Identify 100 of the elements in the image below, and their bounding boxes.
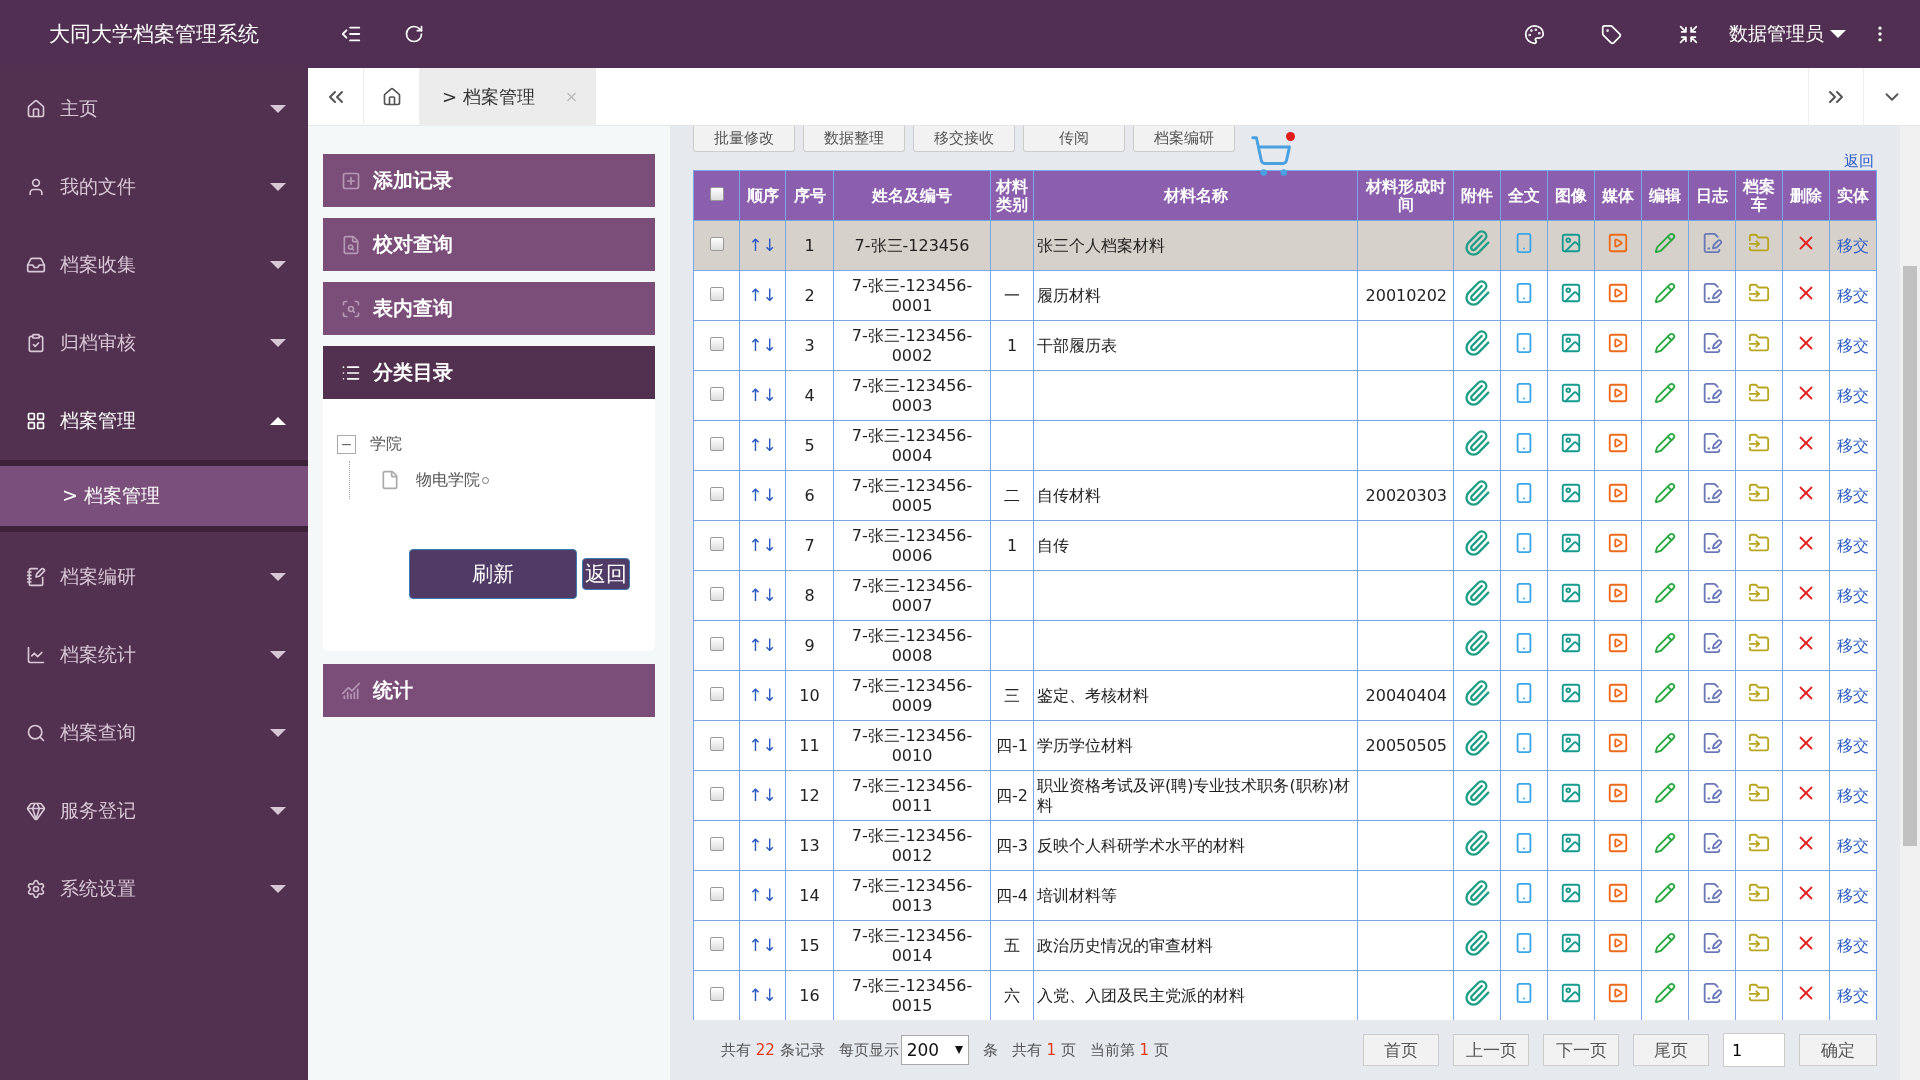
row-checkbox[interactable] [709, 836, 724, 851]
pencil-icon[interactable] [1654, 482, 1676, 504]
tag-icon[interactable] [1601, 23, 1622, 45]
sidebar-item[interactable]: 档案管理 [0, 382, 308, 460]
pencil-icon[interactable] [1654, 982, 1676, 1004]
pager-button[interactable]: 下一页 [1543, 1034, 1619, 1066]
table-row[interactable]: ↑↓ 16 7-张三-123456-0015 六 入党、入团及民主党派的材料 移交 [693, 970, 1877, 1020]
folder-icon[interactable] [1748, 882, 1770, 904]
media-icon[interactable] [1607, 432, 1629, 454]
row-checkbox[interactable] [709, 436, 724, 451]
paperclip-icon[interactable] [1463, 929, 1491, 957]
folder-icon[interactable] [1748, 782, 1770, 804]
paperclip-icon[interactable] [1463, 979, 1491, 1007]
pager-button[interactable]: 尾页 [1633, 1034, 1709, 1066]
folder-icon[interactable] [1748, 932, 1770, 954]
row-checkbox[interactable] [709, 736, 724, 751]
media-icon[interactable] [1607, 632, 1629, 654]
row-checkbox[interactable] [709, 486, 724, 501]
row-checkbox[interactable] [709, 286, 724, 301]
toolbar-button[interactable]: 批量修改 [693, 126, 795, 152]
paperclip-icon[interactable] [1463, 579, 1491, 607]
table-row[interactable]: ↑↓ 3 7-张三-123456-0002 1 干部履历表 移交 [693, 320, 1877, 371]
image-icon[interactable] [1560, 482, 1582, 504]
toolbar-button[interactable]: 传阅 [1023, 126, 1125, 152]
row-checkbox[interactable] [709, 536, 724, 551]
sidebar-item[interactable]: 系统设置 [0, 850, 308, 928]
pencil-icon[interactable] [1654, 432, 1676, 454]
table-row[interactable]: ↑↓ 2 7-张三-123456-0001 一 履历材料 20010202 移交 [693, 270, 1877, 321]
paperclip-icon[interactable] [1463, 479, 1491, 507]
image-icon[interactable] [1560, 332, 1582, 354]
cart-icon[interactable] [1249, 134, 1293, 178]
paperclip-icon[interactable] [1463, 229, 1491, 257]
image-icon[interactable] [1560, 532, 1582, 554]
log-icon[interactable] [1701, 582, 1723, 604]
folder-icon[interactable] [1748, 982, 1770, 1004]
table-row[interactable]: ↑↓ 5 7-张三-123456-0004 移交 [693, 420, 1877, 471]
toolbar-button[interactable]: 数据整理 [803, 126, 905, 152]
sidebar-item[interactable]: 档案查询 [0, 694, 308, 772]
image-icon[interactable] [1560, 682, 1582, 704]
image-icon[interactable] [1560, 232, 1582, 254]
row-checkbox[interactable] [709, 386, 724, 401]
log-icon[interactable] [1701, 232, 1723, 254]
media-icon[interactable] [1607, 582, 1629, 604]
paperclip-icon[interactable] [1463, 279, 1491, 307]
row-checkbox[interactable] [709, 936, 724, 951]
page-size-select[interactable]: 200 [900, 1035, 969, 1065]
row-checkbox[interactable] [709, 886, 724, 901]
folder-icon[interactable] [1748, 832, 1770, 854]
media-icon[interactable] [1607, 382, 1629, 404]
pencil-icon[interactable] [1654, 832, 1676, 854]
folder-icon[interactable] [1748, 682, 1770, 704]
shrink-icon[interactable] [1678, 23, 1699, 45]
scrollbar[interactable] [1900, 126, 1920, 1080]
row-checkbox[interactable] [709, 636, 724, 651]
page-tab[interactable]: > 档案管理 × [420, 67, 597, 126]
row-checkbox[interactable] [709, 686, 724, 701]
image-icon[interactable] [1560, 632, 1582, 654]
log-icon[interactable] [1701, 432, 1723, 454]
media-icon[interactable] [1607, 482, 1629, 504]
table-row[interactable]: ↑↓ 9 7-张三-123456-0008 移交 [693, 620, 1877, 671]
image-icon[interactable] [1560, 732, 1582, 754]
page-input[interactable]: 1 [1723, 1033, 1785, 1067]
pencil-icon[interactable] [1654, 732, 1676, 754]
pencil-icon[interactable] [1654, 782, 1676, 804]
row-checkbox[interactable] [709, 786, 724, 801]
sidebar-item[interactable]: 档案统计 [0, 616, 308, 694]
media-icon[interactable] [1607, 982, 1629, 1004]
media-icon[interactable] [1607, 282, 1629, 304]
log-icon[interactable] [1701, 932, 1723, 954]
sidebar-item[interactable]: 归档审核 [0, 304, 308, 382]
media-icon[interactable] [1607, 232, 1629, 254]
row-checkbox[interactable] [709, 586, 724, 601]
folder-icon[interactable] [1748, 532, 1770, 554]
panel-button[interactable]: 添加记录 [323, 154, 655, 207]
log-icon[interactable] [1701, 282, 1723, 304]
pencil-icon[interactable] [1654, 282, 1676, 304]
paperclip-icon[interactable] [1463, 379, 1491, 407]
media-icon[interactable] [1607, 932, 1629, 954]
paperclip-icon[interactable] [1463, 629, 1491, 657]
image-icon[interactable] [1560, 582, 1582, 604]
row-checkbox[interactable] [709, 336, 724, 351]
confirm-button[interactable]: 确定 [1799, 1034, 1877, 1066]
select-all-checkbox[interactable] [709, 186, 724, 201]
pencil-icon[interactable] [1654, 232, 1676, 254]
back-link[interactable]: 返回 [1844, 152, 1874, 170]
pencil-icon[interactable] [1654, 882, 1676, 904]
paperclip-icon[interactable] [1463, 679, 1491, 707]
scroll-right-icon[interactable] [1808, 67, 1864, 126]
log-icon[interactable] [1701, 532, 1723, 554]
collapse-toggle[interactable]: − [337, 434, 356, 454]
table-row[interactable]: ↑↓ 10 7-张三-123456-0009 三 鉴定、考核材料 20040404 移交 [693, 670, 1877, 721]
table-row[interactable]: ↑↓ 14 7-张三-123456-0013 四-4 培训材料等 移交 [693, 870, 1877, 921]
toolbar-button[interactable]: 移交接收 [913, 126, 1015, 152]
table-row[interactable]: ↑↓ 4 7-张三-123456-0003 移交 [693, 370, 1877, 421]
log-icon[interactable] [1701, 632, 1723, 654]
sidebar-item[interactable]: 我的文件 [0, 148, 308, 226]
user-menu[interactable]: 数据管理员 [1729, 21, 1846, 47]
pencil-icon[interactable] [1654, 932, 1676, 954]
panel-button[interactable]: 表内查询 [323, 282, 655, 335]
tree-node[interactable]: 学院 [370, 433, 402, 455]
